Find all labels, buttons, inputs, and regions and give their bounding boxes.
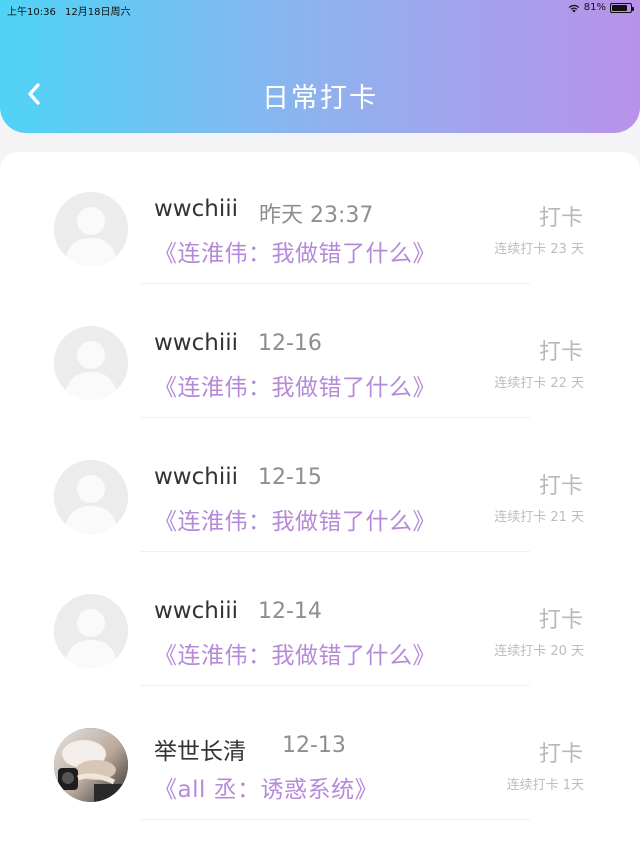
list-item: 举世长清 12-13 《all 丞：诱惑系统》 打卡 连续打卡 1天	[0, 688, 640, 822]
page-title: 日常打卡	[262, 83, 378, 114]
book-title[interactable]: 《连淮伟：我做错了什么》	[154, 368, 436, 402]
checkin-date: 12-13	[282, 733, 346, 758]
list-item: wwchiii 昨天 23:37 《连淮伟：我做错了什么》 打卡 连续打卡 23…	[0, 152, 640, 286]
list-item: wwchiii 12-16 《连淮伟：我做错了什么》 打卡 连续打卡 22 天	[0, 286, 640, 420]
checkin-date: 12-16	[258, 331, 322, 356]
default-avatar-icon[interactable]	[54, 594, 128, 668]
list-item: wwchiii 12-15 《连淮伟：我做错了什么》 打卡 连续打卡 21 天	[0, 420, 640, 554]
checkin-list: wwchiii 昨天 23:37 《连淮伟：我做错了什么》 打卡 连续打卡 23…	[0, 152, 640, 853]
divider	[140, 819, 530, 820]
default-avatar-icon[interactable]	[54, 192, 128, 266]
user-name[interactable]: wwchiii	[154, 330, 238, 356]
battery-icon	[610, 2, 634, 13]
status-date: 12月18日周六	[65, 7, 131, 18]
status-bar: 上午10:36 12月18日周六 81%	[0, 0, 640, 18]
user-name[interactable]: wwchiii	[154, 464, 238, 490]
checkin-button[interactable]: 打卡	[539, 334, 583, 366]
book-title[interactable]: 《连淮伟：我做错了什么》	[154, 502, 436, 536]
streak-count: 连续打卡 22 天	[494, 376, 584, 391]
divider	[140, 417, 530, 418]
status-time: 上午10:36	[7, 7, 56, 18]
wifi-icon	[568, 3, 580, 13]
user-name[interactable]: 举世长清	[154, 732, 246, 766]
streak-count: 连续打卡 21 天	[494, 510, 584, 525]
default-avatar-icon[interactable]	[54, 460, 128, 534]
battery-percent: 81%	[583, 2, 606, 13]
book-title[interactable]: 《all 丞：诱惑系统》	[154, 770, 378, 804]
divider	[140, 685, 530, 686]
checkin-button[interactable]: 打卡	[539, 200, 583, 232]
default-avatar-icon[interactable]	[54, 326, 128, 400]
checkin-date: 12-14	[258, 599, 322, 624]
header: 上午10:36 12月18日周六 81% 日常打卡	[0, 0, 640, 133]
checkin-button[interactable]: 打卡	[539, 602, 583, 634]
streak-count: 连续打卡 23 天	[494, 242, 584, 257]
divider	[140, 551, 530, 552]
checkin-button[interactable]: 打卡	[539, 736, 583, 768]
book-title[interactable]: 《连淮伟：我做错了什么》	[154, 636, 436, 670]
streak-count: 连续打卡 1天	[506, 778, 584, 793]
divider	[140, 283, 530, 284]
checkin-button[interactable]: 打卡	[539, 468, 583, 500]
user-name[interactable]: wwchiii	[154, 196, 238, 222]
checkin-date: 12-15	[258, 465, 322, 490]
streak-count: 连续打卡 20 天	[494, 644, 584, 659]
book-title[interactable]: 《连淮伟：我做错了什么》	[154, 234, 436, 268]
list-item: wwchiii 12-14 《连淮伟：我做错了什么》 打卡 连续打卡 20 天	[0, 554, 640, 688]
photo-avatar[interactable]	[54, 728, 128, 802]
user-name[interactable]: wwchiii	[154, 598, 238, 624]
checkin-date: 昨天 23:37	[259, 203, 374, 228]
